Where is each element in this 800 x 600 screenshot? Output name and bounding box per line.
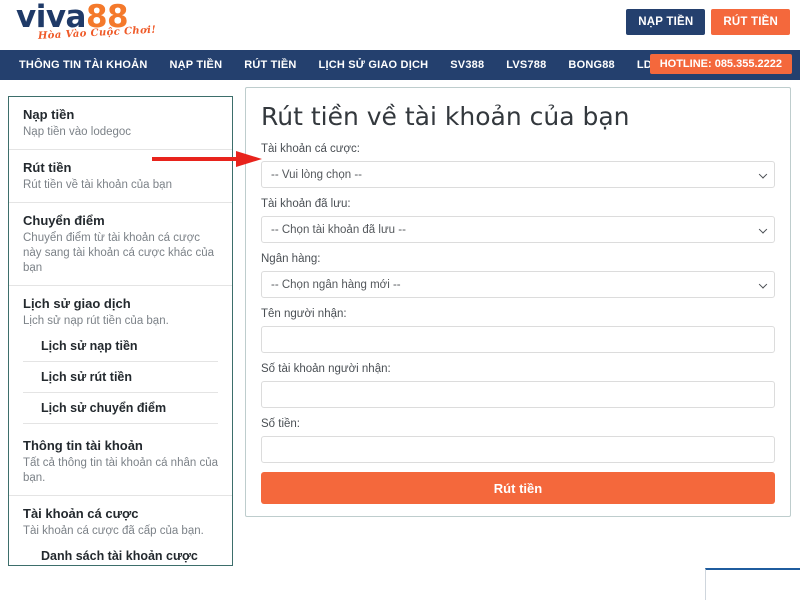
field-betting-account: Tài khoản cá cược: -- Vui lòng chọn -- xyxy=(261,142,775,188)
sidebar-item-withdraw-desc: Rút tiền về tài khoản của bạn xyxy=(23,179,172,191)
sidebar-item-withdraw-title: Rút tiền xyxy=(23,160,72,175)
header-action-buttons: NẠP TIỀN RÚT TIỀN xyxy=(626,9,790,35)
header-withdraw-button[interactable]: RÚT TIỀN xyxy=(711,9,790,35)
field-bank: Ngân hàng: -- Chọn ngân hàng mới -- xyxy=(261,252,775,298)
header-deposit-button[interactable]: NẠP TIỀN xyxy=(626,9,706,35)
recipient-account-number-input[interactable] xyxy=(261,381,775,408)
amount-input[interactable] xyxy=(261,436,775,463)
nav-item-withdraw[interactable]: RÚT TIỀN xyxy=(233,50,307,80)
betting-account-select[interactable]: -- Vui lòng chọn -- xyxy=(261,161,775,188)
sidebar-item-transfer-points-title: Chuyển điểm xyxy=(23,213,105,228)
sidebar-item-deposit[interactable]: Nạp tiền Nạp tiền vào lodegoc xyxy=(9,97,232,150)
label-bank: Ngân hàng: xyxy=(261,253,321,265)
field-recipient-name: Tên người nhận: xyxy=(261,307,775,353)
sidebar-subitem-deposit-history[interactable]: Lịch sử nạp tiền xyxy=(23,331,218,362)
site-logo[interactable]: viva88 Hòa Vào Cuộc Chơi! xyxy=(16,2,176,48)
sidebar-item-withdraw[interactable]: Rút tiền Rút tiền về tài khoản của bạn xyxy=(9,150,232,203)
label-amount: Số tiền: xyxy=(261,418,300,430)
sidebar-item-account-info-title: Thông tin tài khoản xyxy=(23,438,143,453)
label-betting-account: Tài khoản cá cược: xyxy=(261,143,360,155)
saved-account-select-wrap: -- Chọn tài khoản đã lưu -- xyxy=(261,216,775,243)
sidebar-item-transfer-points[interactable]: Chuyển điểm Chuyển điểm từ tài khoản cá … xyxy=(9,203,232,286)
sidebar-item-betting-account-desc: Tài khoản cá cược đã cấp của bạn. xyxy=(23,525,204,537)
sidebar-subitem-transfer-history[interactable]: Lịch sử chuyển điểm xyxy=(23,393,218,424)
sidebar-item-account-info[interactable]: Thông tin tài khoản Tất cả thông tin tài… xyxy=(9,428,232,496)
sidebar-item-transaction-history[interactable]: Lịch sử giao dịch Lịch sử nạp rút tiền c… xyxy=(9,286,232,331)
label-recipient-name: Tên người nhận: xyxy=(261,308,347,320)
nav-item-deposit[interactable]: NẠP TIỀN xyxy=(158,50,233,80)
sidebar-subitem-betting-account-list[interactable]: Danh sách tài khoản cược xyxy=(23,541,218,565)
page-root: viva88 Hòa Vào Cuộc Chơi! NẠP TIỀN RÚT T… xyxy=(0,0,800,600)
nav-item-lvs788[interactable]: LVS788 xyxy=(495,50,557,80)
nav-item-account-info[interactable]: THÔNG TIN TÀI KHOẢN xyxy=(8,50,158,80)
betting-account-select-wrap: -- Vui lòng chọn -- xyxy=(261,161,775,188)
sidebar-item-deposit-desc: Nạp tiền vào lodegoc xyxy=(23,126,132,138)
sidebar-item-transaction-history-title: Lịch sử giao dịch xyxy=(23,296,131,311)
hotline-badge[interactable]: HOTLINE: 085.355.2222 xyxy=(649,54,792,74)
label-recipient-account-number: Số tài khoản người nhận: xyxy=(261,363,391,375)
nav-item-bong88[interactable]: BONG88 xyxy=(557,50,625,80)
sidebar-subgroup-history: Lịch sử nạp tiền Lịch sử rút tiền Lịch s… xyxy=(9,331,232,428)
label-saved-account: Tài khoản đã lưu: xyxy=(261,198,351,210)
site-header: viva88 Hòa Vào Cuộc Chơi! NẠP TIỀN RÚT T… xyxy=(0,0,800,50)
sidebar-item-transfer-points-desc: Chuyển điểm từ tài khoản cá cược này san… xyxy=(23,232,215,274)
sidebar-menu: Nạp tiền Nạp tiền vào lodegoc Rút tiền R… xyxy=(8,96,233,566)
field-saved-account: Tài khoản đã lưu: -- Chọn tài khoản đã l… xyxy=(261,197,775,243)
sidebar-item-betting-account-title: Tài khoản cá cược xyxy=(23,506,139,521)
sidebar-item-betting-account[interactable]: Tài khoản cá cược Tài khoản cá cược đã c… xyxy=(9,496,232,541)
bank-select-wrap: -- Chọn ngân hàng mới -- xyxy=(261,271,775,298)
nav-item-sv388[interactable]: SV388 xyxy=(439,50,495,80)
sidebar-subgroup-betting: Danh sách tài khoản cược xyxy=(9,541,232,565)
sidebar-item-deposit-title: Nạp tiền xyxy=(23,107,75,122)
sidebar-item-transaction-history-desc: Lịch sử nạp rút tiền của bạn. xyxy=(23,315,169,327)
chat-widget-edge[interactable] xyxy=(705,568,800,600)
field-recipient-account-number: Số tài khoản người nhận: xyxy=(261,362,775,408)
saved-account-select[interactable]: -- Chọn tài khoản đã lưu -- xyxy=(261,216,775,243)
withdraw-submit-button[interactable]: Rút tiền xyxy=(261,472,775,504)
field-amount: Số tiền: xyxy=(261,417,775,463)
nav-item-transaction-history[interactable]: LỊCH SỬ GIAO DỊCH xyxy=(308,50,440,80)
sidebar-subitem-withdraw-history[interactable]: Lịch sử rút tiền xyxy=(23,362,218,393)
page-title: Rút tiền về tài khoản của bạn xyxy=(261,102,630,131)
main-navigation: THÔNG TIN TÀI KHOẢN NẠP TIỀN RÚT TIỀN LỊ… xyxy=(0,50,800,80)
recipient-name-input[interactable] xyxy=(261,326,775,353)
withdraw-form-panel: Rút tiền về tài khoản của bạn Tài khoản … xyxy=(245,87,791,517)
sidebar-item-account-info-desc: Tất cả thông tin tài khoản cá nhân của b… xyxy=(23,457,218,484)
bank-select[interactable]: -- Chọn ngân hàng mới -- xyxy=(261,271,775,298)
